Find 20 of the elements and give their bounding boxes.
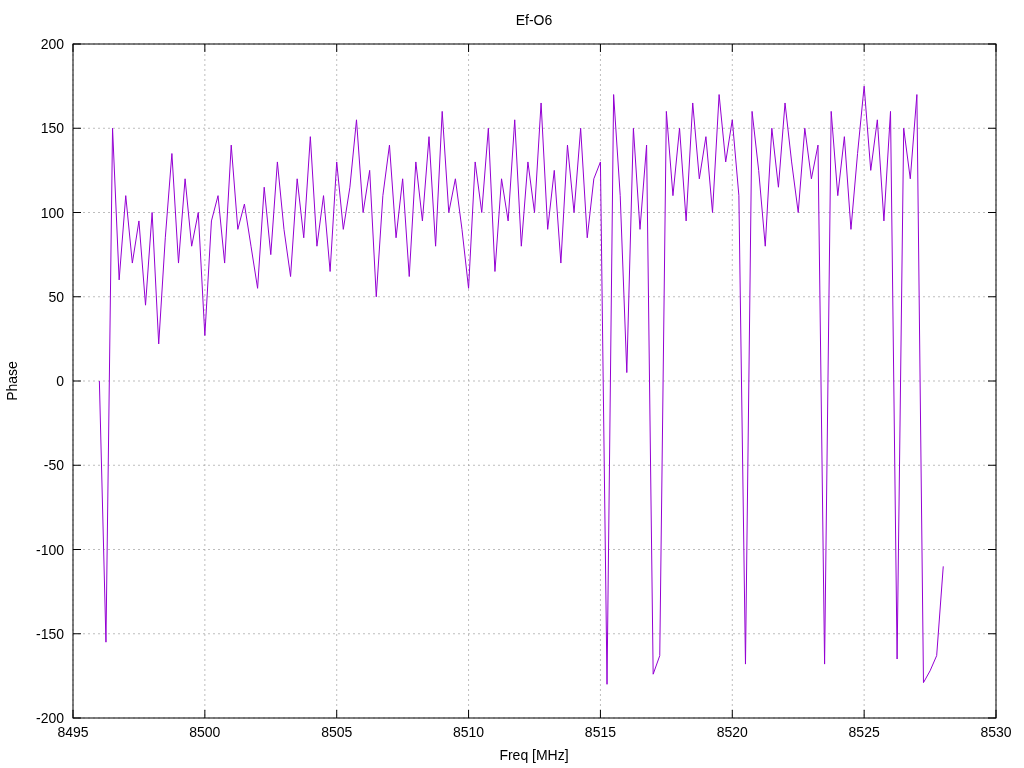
tick-label: 8500 [189, 724, 221, 740]
tick-label: 200 [40, 36, 64, 52]
tick-label: 0 [56, 373, 64, 389]
tick-label: 150 [40, 120, 64, 137]
tick-label: 100 [40, 204, 64, 221]
chart-title: Ef-O6 [515, 12, 553, 28]
tick-label: -100 [35, 541, 64, 558]
tick-label: 8510 [453, 724, 485, 740]
tick-label: 8515 [584, 724, 616, 740]
tick-label: 8495 [57, 724, 89, 740]
axis-label: Phase [4, 361, 20, 401]
tick-label: -200 [35, 710, 64, 726]
tick-label: 8520 [716, 724, 748, 740]
tick-label: 8530 [980, 724, 1012, 740]
tick-label: 50 [48, 288, 64, 305]
tick-label: 8505 [321, 724, 353, 740]
axis-label: Freq [MHz] [499, 747, 569, 763]
tick-label: -50 [43, 457, 64, 474]
tick-label: -150 [35, 625, 64, 642]
tick-label: 8525 [848, 724, 880, 740]
